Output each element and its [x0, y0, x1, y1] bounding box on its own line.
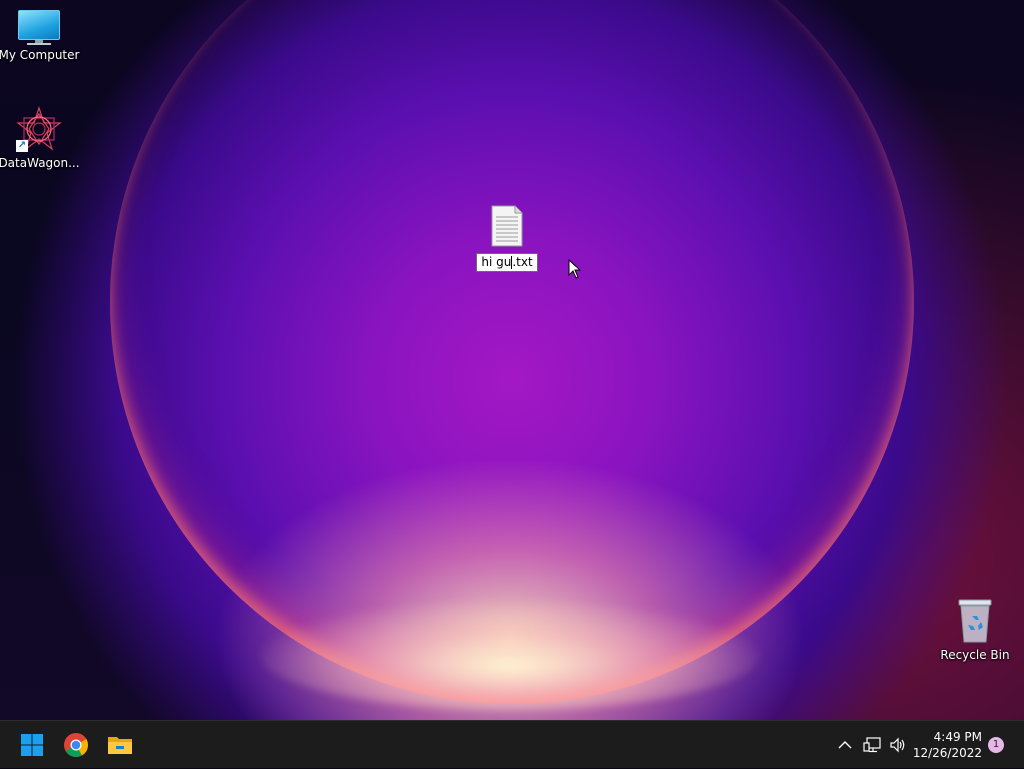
chevron-up-icon	[838, 741, 852, 749]
desktop-icon-datawagon[interactable]: ↗ DataWagon...	[0, 106, 80, 170]
desktop-icon-text-file[interactable]: hi gu.txt	[474, 205, 540, 272]
desktop-icon-recycle-bin[interactable]: Recycle Bin	[940, 598, 1010, 662]
desktop-icon-label: Recycle Bin	[940, 648, 1010, 662]
show-hidden-icons-button[interactable]	[834, 721, 856, 769]
folder-icon	[108, 737, 132, 754]
shortcut-arrow-icon: ↗	[16, 140, 28, 152]
desktop-icon-label: My Computer	[0, 48, 80, 62]
mouse-pointer-icon	[568, 258, 582, 279]
wallpaper-bubble-rim	[110, 0, 914, 704]
network-button[interactable]	[860, 721, 884, 769]
start-button[interactable]	[16, 729, 48, 761]
monitor-icon	[17, 10, 61, 45]
volume-button[interactable]	[886, 721, 910, 769]
chrome-icon	[64, 733, 89, 758]
volume-icon	[890, 737, 905, 753]
desktop-icon-label: DataWagon...	[0, 156, 80, 170]
clock-date: 12/26/2022	[912, 746, 982, 760]
clock[interactable]: 4:49 PM 12/26/2022	[913, 729, 982, 761]
text-file-icon	[491, 205, 523, 247]
datawagon-shortcut-icon: ↗	[16, 106, 62, 152]
rename-input[interactable]: hi gu.txt	[476, 253, 538, 272]
taskbar: 4:49 PM 12/26/2022 1	[0, 720, 1024, 768]
rename-text-before-caret: hi gu	[481, 255, 512, 269]
desktop-icon-my-computer[interactable]: My Computer	[0, 10, 80, 62]
chrome-taskbar-button[interactable]	[60, 729, 92, 761]
file-explorer-taskbar-button[interactable]	[104, 729, 136, 761]
clock-time: 4:49 PM	[933, 730, 982, 744]
windows-start-icon	[21, 734, 43, 756]
recycle-bin-icon	[955, 598, 995, 644]
rename-text-after-caret: .txt	[512, 255, 533, 269]
notification-badge[interactable]: 1	[988, 737, 1004, 753]
network-icon	[863, 737, 881, 753]
wallpaper-glow	[260, 600, 760, 710]
desktop[interactable]: My Computer ↗ DataWagon... hi gu.txt Rec…	[0, 0, 1024, 720]
